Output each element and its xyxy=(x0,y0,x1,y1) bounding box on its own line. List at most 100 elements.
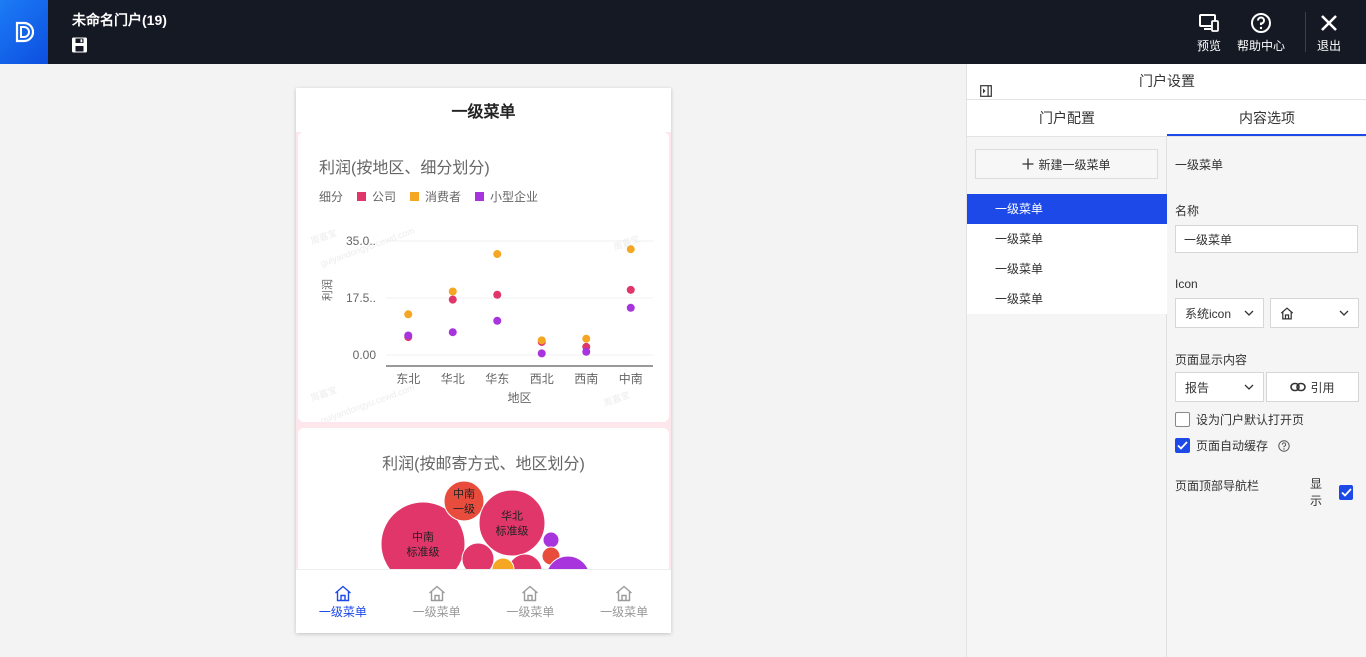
profit-by-region-card: 利润(按地区、细分划分) 细分 公司 消费者 小型企业 0.00 17.5.. 35… xyxy=(298,132,669,422)
tab-content-options[interactable]: 内容选项 xyxy=(1167,100,1366,136)
exit-button[interactable]: 退出 xyxy=(1317,12,1341,54)
data-point xyxy=(493,316,502,325)
x-tick-label: 西北 xyxy=(530,372,554,386)
menu-item[interactable]: 一级菜单 xyxy=(967,224,1167,254)
tab-portal-config[interactable]: 门户配置 xyxy=(967,100,1167,136)
chevron-down-icon xyxy=(1244,384,1254,390)
data-point xyxy=(448,328,457,337)
legend-title: 细分 xyxy=(319,190,344,204)
legend-item-small-business: 小型企业 xyxy=(475,188,538,205)
bubble-label: 华北 xyxy=(501,509,523,523)
top-nav-label: 页面顶部导航栏 xyxy=(1175,479,1260,493)
data-point xyxy=(448,295,457,304)
legend-label: 公司 xyxy=(372,190,397,204)
legend-swatch xyxy=(357,192,367,201)
name-field[interactable] xyxy=(1175,225,1358,253)
home-icon xyxy=(428,585,445,602)
chevron-down-icon xyxy=(1339,310,1349,316)
panel-header: 门户设置 xyxy=(967,64,1366,100)
close-icon xyxy=(1321,15,1337,31)
new-menu-button[interactable]: 新建一级菜单 xyxy=(975,149,1158,179)
preview-content[interactable]: 利润(按地区、细分划分) 细分 公司 消费者 小型企业 0.00 17.5.. 35… xyxy=(296,132,671,569)
data-point xyxy=(448,287,457,296)
x-axis-label: 地区 xyxy=(507,391,531,405)
collapse-panel-icon xyxy=(980,85,992,97)
x-tick-label: 中南 xyxy=(619,371,643,386)
auto-cache-checkbox[interactable] xyxy=(1175,438,1190,453)
exit-label: 退出 xyxy=(1317,39,1342,53)
preview-tab-3[interactable]: 一级菜单 xyxy=(484,570,578,633)
home-icon xyxy=(334,585,351,602)
top-nav-show-checkbox[interactable] xyxy=(1339,484,1353,500)
form-section-title: 一级菜单 xyxy=(1175,158,1224,172)
mobile-preview: 一级菜单 利润(按地区、细分划分) 细分 公司 消费者 小型企业 0.00 17. xyxy=(296,88,671,633)
data-point xyxy=(626,245,635,254)
home-icon xyxy=(1280,306,1294,319)
data-point xyxy=(537,336,546,345)
data-point xyxy=(404,310,413,319)
y-axis-label: 利润 xyxy=(320,279,334,301)
cite-button[interactable]: 引用 xyxy=(1266,372,1359,402)
panel-title: 门户设置 xyxy=(1139,73,1195,89)
menu-list-column: 新建一级菜单 一级菜单 一级菜单 一级菜单 一级菜单 xyxy=(967,137,1167,657)
menu-item[interactable]: 一级菜单 xyxy=(967,194,1167,224)
help-icon[interactable] xyxy=(1278,439,1290,452)
app-logo[interactable] xyxy=(0,0,48,64)
icon-select[interactable] xyxy=(1270,298,1359,328)
content-type-value: 报告 xyxy=(1185,380,1210,395)
preview-tab-2[interactable]: 一级菜单 xyxy=(390,570,484,633)
save-button[interactable] xyxy=(71,37,89,53)
preview-button[interactable]: 预览 xyxy=(1197,12,1221,54)
data-point xyxy=(537,349,546,358)
preview-tab-1[interactable]: 一级菜单 xyxy=(296,570,390,633)
collapse-panel-button[interactable] xyxy=(980,75,992,97)
data-point xyxy=(626,303,635,312)
preview-tab-4[interactable]: 一级菜单 xyxy=(577,570,671,633)
preview-icon xyxy=(1199,14,1219,32)
content-type-select[interactable]: 报告 xyxy=(1175,372,1264,402)
legend-item-company: 公司 xyxy=(357,188,396,205)
preview-tab-label: 一级菜单 xyxy=(412,605,461,619)
home-icon xyxy=(616,585,633,602)
cite-label: 引用 xyxy=(1310,380,1335,395)
new-menu-label: 新建一级菜单 xyxy=(1038,157,1111,172)
x-tick-label: 华北 xyxy=(441,372,465,386)
default-open-checkbox[interactable] xyxy=(1175,412,1190,427)
profit-by-shipping-card: 利润(按邮寄方式、地区划分) 中南 标准级 中南 一级 华北 标准级 xyxy=(298,428,669,569)
menu-item[interactable]: 一级菜单 xyxy=(967,254,1167,284)
icon-type-value: 系统icon xyxy=(1185,306,1232,321)
preview-header-title: 一级菜单 xyxy=(451,104,516,121)
show-label: 显示 xyxy=(1310,477,1323,508)
data-point xyxy=(626,285,635,294)
bubble-label: 中南 xyxy=(412,531,434,544)
data-point xyxy=(582,334,591,343)
default-open-label: 设为门户默认打开页 xyxy=(1196,413,1305,427)
menu-item[interactable]: 一级菜单 xyxy=(967,284,1167,314)
top-nav-show-row: 显示 xyxy=(1310,475,1359,509)
y-tick-label: 17.5.. xyxy=(346,291,376,305)
preview-tab-label: 一级菜单 xyxy=(318,605,367,619)
link-icon xyxy=(1290,382,1307,392)
topbar-divider xyxy=(1305,12,1306,52)
bubble xyxy=(461,542,495,569)
icon-type-select[interactable]: 系统icon xyxy=(1175,298,1264,328)
chart-title: 利润(按地区、细分划分) xyxy=(319,160,490,177)
auto-cache-label: 页面自动缓存 xyxy=(1196,439,1269,453)
legend-swatch xyxy=(410,192,420,201)
content-label: 页面显示内容 xyxy=(1175,353,1248,367)
x-tick-label: 西南 xyxy=(574,371,598,386)
scatter-chart: 0.00 17.5.. 35.0.. 利润东北 华北 华东 西北 西南 中南地区 xyxy=(320,234,653,405)
top-bar: 未命名门户(19) 预览 帮助中心 退出 xyxy=(0,0,1366,64)
y-tick-label: 0.00 xyxy=(353,348,377,362)
y-tick-label: 35.0.. xyxy=(346,234,376,248)
help-center-button[interactable]: 帮助中心 xyxy=(1237,12,1285,54)
help-center-label: 帮助中心 xyxy=(1237,39,1286,53)
chart-legend: 细分 公司 消费者 小型企业 xyxy=(319,188,538,205)
bubble-label: 一级 xyxy=(453,503,475,516)
legend-label: 小型企业 xyxy=(490,190,539,204)
menu-list: 一级菜单 一级菜单 一级菜单 一级菜单 xyxy=(967,194,1167,314)
panel-tabs: 门户配置 内容选项 xyxy=(967,100,1366,137)
bubble xyxy=(542,531,560,549)
bubble-label: 中南 xyxy=(453,488,475,501)
legend-label: 消费者 xyxy=(425,190,462,204)
